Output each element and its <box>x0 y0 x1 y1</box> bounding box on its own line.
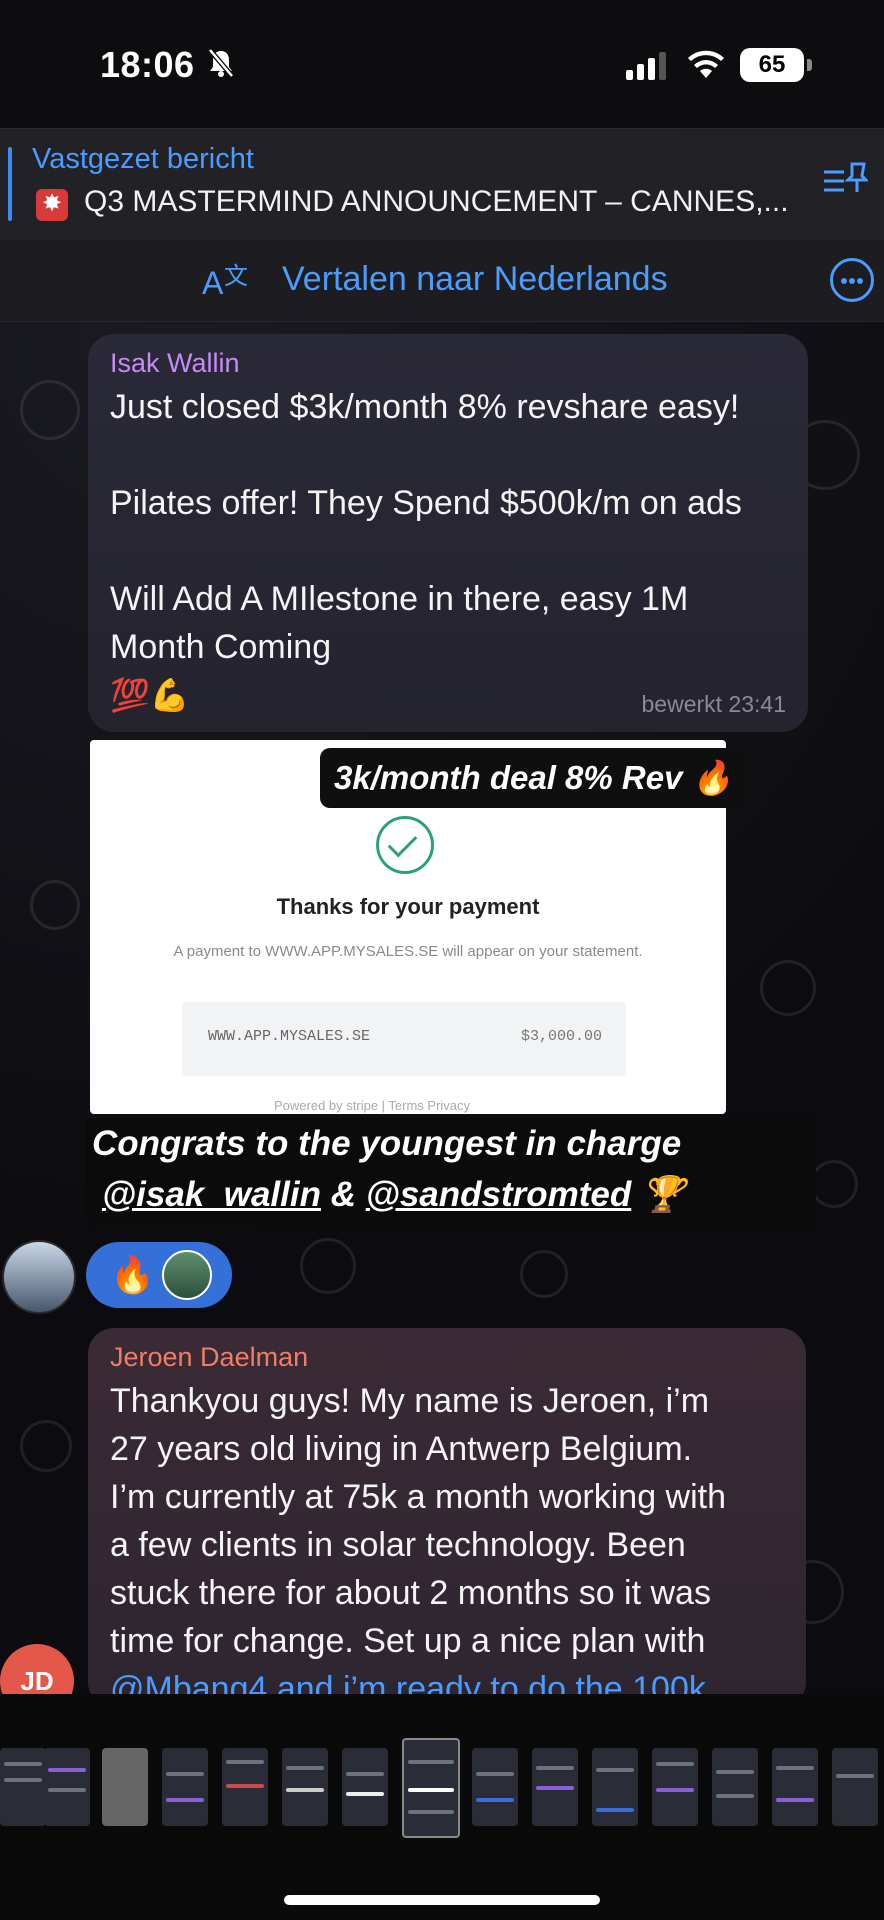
signal-icon <box>626 52 666 80</box>
thumbnail[interactable] <box>162 1748 208 1826</box>
thumbnail[interactable] <box>44 1748 90 1826</box>
avatar[interactable] <box>2 1240 76 1314</box>
message-line: Will Add A MIlestone in there, easy 1M <box>110 580 689 618</box>
thumbnail-active[interactable] <box>402 1738 460 1838</box>
status-bar: 18:06 65 <box>0 0 884 128</box>
caption-amp: & <box>320 1175 366 1214</box>
wifi-icon <box>688 50 724 78</box>
message-emojis: 💯💪 <box>110 677 190 713</box>
more-icon[interactable] <box>830 258 874 302</box>
thumbnail[interactable] <box>342 1748 388 1826</box>
caption-line: Congrats to the youngest in charge <box>92 1124 682 1163</box>
message-line: Pilates offer! They Spend $500k/m on ads <box>110 484 742 522</box>
pinned-message-bar[interactable]: Vastgezet bericht Q3 MASTERMIND ANNOUNCE… <box>0 128 884 240</box>
caption-mentions: @isak_wallin & @sandstromted 🏆 <box>102 1174 685 1215</box>
message-line: time for change. Set up a nice plan with <box>110 1622 706 1660</box>
thumbnail[interactable] <box>222 1748 268 1826</box>
svg-text:文: 文 <box>224 262 248 290</box>
receipt-row: WWW.APP.MYSALES.SE $3,000.00 <box>182 1002 626 1076</box>
message-line: Just closed $3k/month 8% revshare easy! <box>110 388 740 426</box>
thumbnail[interactable] <box>532 1748 578 1826</box>
message-bubble[interactable]: Jeroen Daelman Thankyou guys! My name is… <box>88 1328 806 1708</box>
pinned-indicator <box>8 147 12 221</box>
pinned-list-icon[interactable] <box>822 160 868 198</box>
message-line: a few clients in solar technology. Been <box>110 1526 686 1564</box>
translate-bar[interactable]: A 文 Vertalen naar Nederlands <box>0 240 884 322</box>
fire-emoji: 🔥 <box>110 1254 155 1295</box>
message-line: Month Coming <box>110 628 332 666</box>
image-overlay-tag: 3k/month deal 8% Rev 🔥 <box>320 748 747 808</box>
reactor-avatar <box>162 1250 212 1300</box>
mention-link[interactable]: @isak_wallin <box>102 1175 321 1214</box>
thumbnail[interactable] <box>592 1748 638 1826</box>
thumbnail[interactable] <box>102 1748 148 1826</box>
mention-link[interactable]: @sandstromted <box>366 1175 632 1214</box>
receipt-amount: $3,000.00 <box>520 1028 602 1045</box>
check-circle-icon <box>376 816 434 874</box>
message-meta: bewerkt 23:41 <box>641 691 786 717</box>
stripe-footer: Powered by stripe | Terms Privacy <box>274 1098 471 1113</box>
siren-emoji-icon <box>36 189 68 221</box>
payment-note: A payment to WWW.APP.MYSALES.SE will app… <box>173 943 643 960</box>
sender-name[interactable]: Isak Wallin <box>110 348 240 379</box>
thumbnail[interactable] <box>832 1748 878 1826</box>
thumbnail[interactable] <box>652 1748 698 1826</box>
svg-text:A: A <box>202 265 224 301</box>
battery-icon: 65 <box>740 48 812 82</box>
thumbnail-row <box>0 1738 884 1848</box>
translate-label: Vertalen naar Nederlands <box>282 260 668 298</box>
receipt-merchant: WWW.APP.MYSALES.SE <box>208 1028 371 1045</box>
message-line: I’m currently at 75k a month working wit… <box>110 1478 727 1516</box>
thumbnail[interactable] <box>472 1748 518 1826</box>
image-caption: Congrats to the youngest in charge @isak… <box>86 1118 816 1226</box>
pinned-title: Vastgezet bericht <box>32 143 254 175</box>
translate-icon: A 文 <box>202 262 248 301</box>
thumbnail[interactable] <box>282 1748 328 1826</box>
payment-heading: Thanks for your payment <box>276 894 540 919</box>
thumbnail[interactable] <box>772 1748 818 1826</box>
sender-name[interactable]: Jeroen Daelman <box>110 1342 308 1373</box>
reaction-pill[interactable]: 🔥 <box>86 1242 232 1308</box>
home-indicator[interactable] <box>284 1895 600 1905</box>
message-line: Thankyou guys! My name is Jeroen, i’m <box>110 1382 710 1420</box>
thumbnail[interactable] <box>712 1748 758 1826</box>
thumbnail[interactable] <box>0 1748 46 1826</box>
status-time: 18:06 <box>100 44 195 85</box>
story-thumbnail-strip <box>0 1694 884 1920</box>
bell-slash-icon <box>208 48 234 78</box>
message-bubble[interactable]: Isak Wallin Just closed $3k/month 8% rev… <box>88 334 808 732</box>
trophy-emoji: 🏆 <box>641 1175 685 1214</box>
pinned-text: Q3 MASTERMIND ANNOUNCEMENT – CANNES,... <box>84 185 789 218</box>
message-line: stuck there for about 2 months so it was <box>110 1574 711 1612</box>
message-line: 27 years old living in Antwerp Belgium. <box>110 1430 693 1468</box>
